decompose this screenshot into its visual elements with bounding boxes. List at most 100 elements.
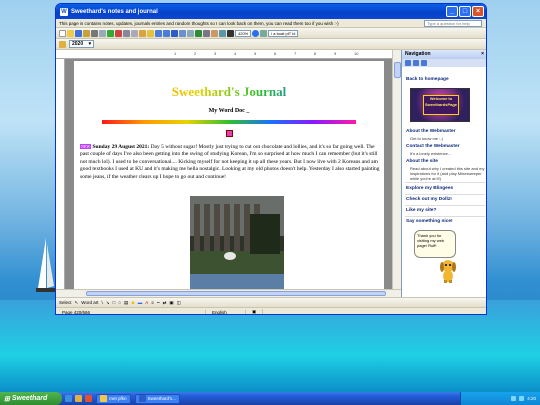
doc-map-icon[interactable] [219,29,226,37]
vertical-ruler[interactable] [56,59,65,289]
print-preview-icon[interactable] [99,29,106,37]
back-to-homepage-link[interactable]: Back to homepage [406,77,449,82]
divider [405,194,485,195]
status-bar: Page 420/666 English ▣ [56,307,486,314]
open-icon[interactable] [67,29,74,37]
arrow-icon[interactable]: ↘ [106,300,110,306]
horizontal-scrollbar[interactable] [56,289,401,297]
nav-item-contact[interactable]: Contact the Webmaster [406,144,460,149]
nav-sub-contact: It's a lonely existence... [410,151,452,156]
drawing-icon[interactable] [211,29,218,37]
title-bar: W Sweethard's notes and journal _ □ × [56,4,486,19]
oval-icon[interactable]: ○ [118,300,121,305]
media-icon[interactable] [85,395,92,402]
hscroll-thumb[interactable] [86,291,386,296]
rainbow-divider [102,120,356,124]
menu-description: This page is contains notes, updates, jo… [59,20,339,26]
new-tag-icon: NEW [80,144,92,149]
menu-bar: This page is contains notes, updates, jo… [56,19,486,28]
speech-bubble: Thank you for visiting my web page! Ruff… [414,230,456,258]
columns-icon[interactable] [203,29,210,37]
nav-item-say-nice[interactable]: Say something nice! [406,219,453,224]
line-color-icon[interactable]: ▬ [138,300,143,305]
textbox-icon[interactable]: ▤ [124,300,128,306]
font-color-icon[interactable]: A [145,300,148,305]
welcome-banner-image: Welcome to SweethardsPage [410,88,470,122]
select-menu[interactable]: Select [59,300,72,305]
entry-date: Sunday 29 August 2021: [92,144,150,150]
journal-title: Sweethard's Journal [74,84,384,100]
year-select[interactable]: 2020 [69,40,95,48]
undo-icon[interactable] [155,29,162,37]
ask-question-input[interactable]: Type a question for help [424,19,482,27]
save-icon[interactable] [75,29,82,37]
page-count: Page 420/666 [56,309,206,314]
banner-text: Welcome to SweethardsPage [423,95,459,115]
redo-icon[interactable] [163,29,170,37]
permission-icon[interactable] [83,29,90,37]
navigation-tools [402,59,486,67]
network-icon[interactable] [511,396,517,401]
nav-item-blingees[interactable]: Explore my Blingees [406,186,453,191]
rectangle-icon[interactable]: □ [113,300,116,305]
line-style-icon[interactable]: ≡ [151,300,154,305]
close-button[interactable]: × [472,6,484,17]
arrow-style-icon[interactable]: ⇄ [163,300,167,306]
scroll-thumb[interactable] [394,62,401,78]
3d-icon[interactable]: ◫ [177,300,181,306]
maximize-button[interactable]: □ [459,6,471,17]
cursor-icon[interactable]: ↖ [75,300,79,306]
new-icon[interactable] [59,29,66,37]
standard-toolbar: 420% i a boat ptT bl [56,28,486,39]
horizontal-ruler[interactable]: 1 2 3 4 5 6 7 8 9 10 [56,50,401,59]
line-icon[interactable]: \ [101,300,102,305]
nav-item-dollz[interactable]: Check out my Dollz! [406,197,452,202]
tables-icon[interactable] [179,29,186,37]
sailboat-image [36,238,56,292]
taskbar-button-folder[interactable]: rnet pfkn [96,393,131,404]
document-area: Sweethard's Journal My Word Doc _ NEW Su… [65,59,392,289]
nav-sub-about-site: Read about why I created this site and m… [410,166,485,181]
forward-icon[interactable] [413,60,419,66]
nav-item-like-site[interactable]: Like my site? [406,208,436,213]
read-icon[interactable] [260,29,268,37]
home-icon[interactable] [421,60,427,66]
word-icon [138,395,146,402]
excel-icon[interactable] [195,29,202,37]
print-icon[interactable] [91,29,98,37]
vertical-scrollbar[interactable] [392,50,401,289]
help-icon[interactable] [252,29,260,37]
copy-icon[interactable] [131,29,138,37]
document-page[interactable]: Sweethard's Journal My Word Doc _ NEW Su… [74,61,384,289]
desktop-icon[interactable] [75,395,82,402]
cut-icon[interactable] [123,29,130,37]
fill-color-icon[interactable]: ◆ [131,300,134,306]
hyperlink-icon[interactable] [171,29,178,37]
wordart-menu[interactable]: Word art [81,300,98,305]
calendar-icon[interactable] [59,40,66,48]
back-icon[interactable] [405,60,411,66]
backyard-photo [190,196,284,289]
show-hide-icon[interactable] [227,29,234,37]
start-button[interactable]: ⊞ Sweethard [0,392,62,405]
dash-style-icon[interactable]: ┅ [157,300,160,306]
nav-item-about-webmaster[interactable]: About the Webmaster [406,129,455,134]
insert-table-icon[interactable] [187,29,194,37]
folder-icon [100,395,107,402]
style-select[interactable]: i a boat ptT bl [268,29,299,37]
format-painter-icon[interactable] [147,29,154,37]
spelling-icon[interactable] [107,29,114,37]
taskbar-button-word[interactable]: Sweethard's... [134,393,180,404]
nav-item-about-site[interactable]: About the site [406,159,438,164]
paste-icon[interactable] [139,29,146,37]
zoom-select[interactable]: 420% [235,29,252,37]
research-icon[interactable] [115,29,122,37]
minimize-button[interactable]: _ [446,6,458,17]
volume-icon[interactable] [519,396,525,401]
journal-subtitle: My Word Doc _ [208,108,250,114]
close-pane-icon[interactable]: × [481,50,484,59]
ie-icon[interactable] [65,395,72,402]
shadow-icon[interactable]: ▣ [169,300,173,306]
taskbar: ⊞ Sweethard rnet pfkn Sweethard's... 4:20 [0,392,540,405]
divider [405,216,485,217]
